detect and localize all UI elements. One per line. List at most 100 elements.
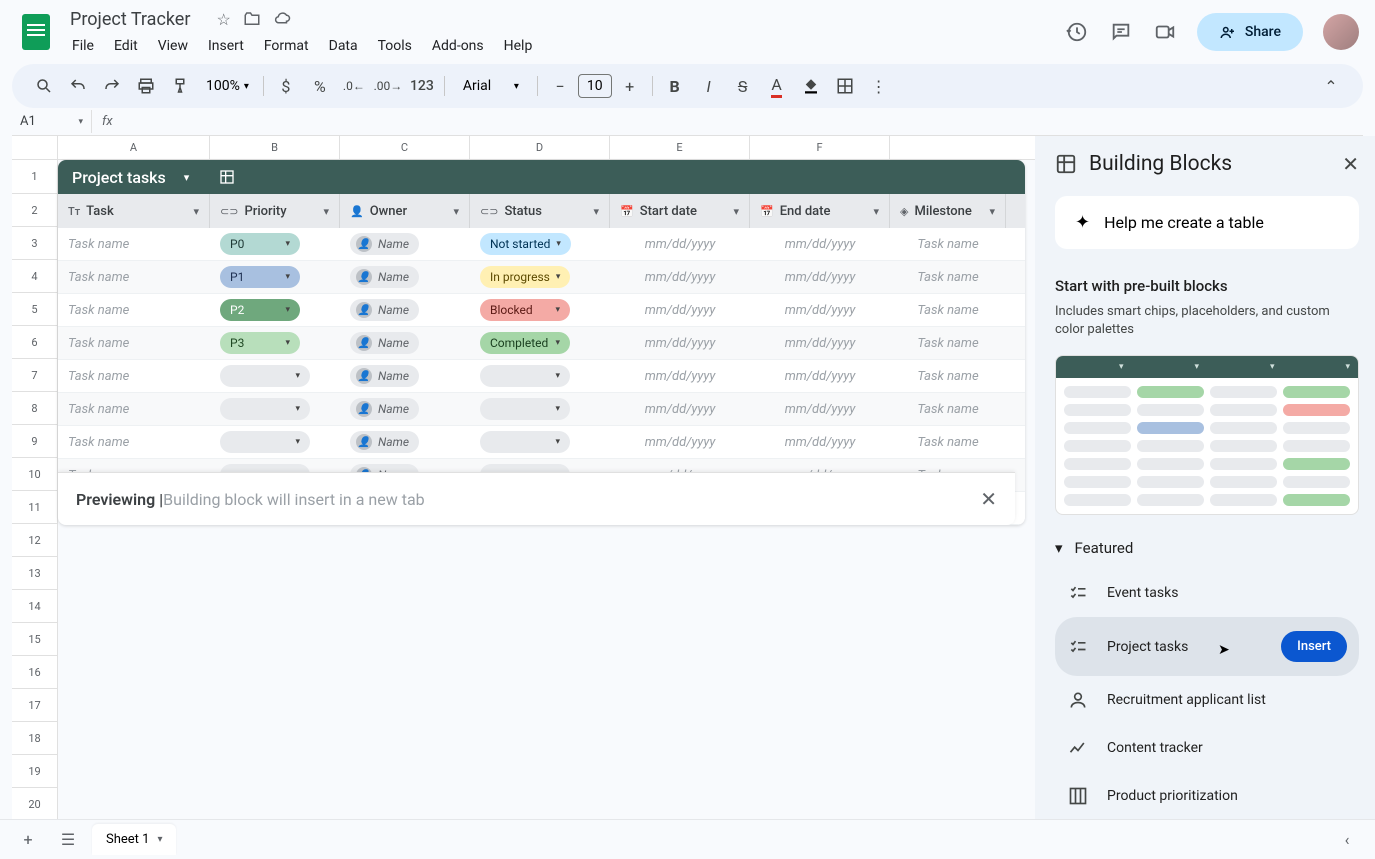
row-header[interactable]: 20 — [12, 788, 58, 819]
menu-format[interactable]: Format — [256, 34, 317, 58]
task-cell[interactable]: Task name — [58, 303, 210, 318]
meet-icon[interactable] — [1153, 20, 1177, 44]
priority-cell[interactable]: ▾ — [210, 398, 340, 420]
end-date-cell[interactable]: mm/dd/yyyy — [750, 336, 890, 351]
font-size-input[interactable]: 10 — [578, 74, 612, 98]
bold-icon[interactable]: B — [659, 70, 691, 102]
start-date-cell[interactable]: mm/dd/yyyy — [610, 435, 750, 450]
document-title[interactable]: Project Tracker — [64, 7, 196, 32]
owner-cell[interactable]: 👤Name — [340, 233, 470, 255]
block-header-priority[interactable]: ⊂⊃Priority▾ — [210, 194, 340, 228]
search-icon[interactable] — [28, 70, 60, 102]
font-select[interactable]: Arial ▾ — [451, 74, 531, 98]
milestone-cell[interactable]: Task name — [890, 402, 1006, 417]
status-cell[interactable]: Completed▾ — [470, 332, 610, 354]
block-title-chevron-icon[interactable]: ▾ — [184, 171, 190, 184]
currency-icon[interactable]: $ — [270, 70, 302, 102]
task-cell[interactable]: Task name — [58, 402, 210, 417]
column-header[interactable]: D — [470, 136, 610, 159]
milestone-cell[interactable]: Task name — [890, 303, 1006, 318]
history-icon[interactable] — [1065, 20, 1089, 44]
text-color-icon[interactable]: A — [761, 70, 793, 102]
block-header-end-date[interactable]: 📅End date▾ — [750, 194, 890, 228]
add-sheet-icon[interactable]: + — [12, 824, 44, 856]
insert-button[interactable]: Insert — [1281, 631, 1347, 662]
menu-edit[interactable]: Edit — [106, 34, 146, 58]
status-cell[interactable]: In progress▾ — [470, 266, 610, 288]
start-date-cell[interactable]: mm/dd/yyyy — [610, 402, 750, 417]
end-date-cell[interactable]: mm/dd/yyyy — [750, 237, 890, 252]
row-header[interactable]: 14 — [12, 590, 58, 623]
milestone-cell[interactable]: Task name — [890, 270, 1006, 285]
table-options-icon[interactable] — [219, 169, 235, 185]
task-cell[interactable]: Task name — [58, 336, 210, 351]
select-all-corner[interactable] — [12, 136, 58, 159]
font-size-increase[interactable]: + — [614, 70, 646, 102]
status-cell[interactable]: ▾ — [470, 398, 610, 420]
undo-icon[interactable] — [62, 70, 94, 102]
column-header[interactable]: C — [340, 136, 470, 159]
end-date-cell[interactable]: mm/dd/yyyy — [750, 369, 890, 384]
borders-icon[interactable] — [829, 70, 861, 102]
status-cell[interactable]: Blocked▾ — [470, 299, 610, 321]
start-date-cell[interactable]: mm/dd/yyyy — [610, 303, 750, 318]
menu-insert[interactable]: Insert — [200, 34, 252, 58]
row-header[interactable]: 5 — [12, 293, 58, 326]
italic-icon[interactable]: I — [693, 70, 725, 102]
collapse-toolbar-icon[interactable]: ⌃ — [1315, 70, 1347, 102]
block-header-start-date[interactable]: 📅Start date▾ — [610, 194, 750, 228]
print-icon[interactable] — [130, 70, 162, 102]
redo-icon[interactable] — [96, 70, 128, 102]
milestone-cell[interactable]: Task name — [890, 336, 1006, 351]
start-date-cell[interactable]: mm/dd/yyyy — [610, 237, 750, 252]
menu-data[interactable]: Data — [321, 34, 366, 58]
decimal-increase-icon[interactable]: .00→ — [372, 70, 404, 102]
task-cell[interactable]: Task name — [58, 369, 210, 384]
block-header-task[interactable]: TтTask▾ — [58, 194, 210, 228]
all-sheets-icon[interactable]: ☰ — [52, 824, 84, 856]
account-avatar[interactable] — [1323, 14, 1359, 50]
row-header[interactable]: 11 — [12, 491, 58, 524]
milestone-cell[interactable]: Task name — [890, 237, 1006, 252]
feature-content-tracker[interactable]: Content tracker — [1055, 724, 1359, 772]
font-size-decrease[interactable]: − — [544, 70, 576, 102]
feature-product-prioritization[interactable]: Product prioritization — [1055, 772, 1359, 819]
share-button[interactable]: Share — [1197, 13, 1303, 51]
row-header[interactable]: 12 — [12, 524, 58, 557]
priority-cell[interactable]: P0▾ — [210, 233, 340, 255]
row-header[interactable]: 10 — [12, 458, 58, 491]
column-header[interactable]: A — [58, 136, 210, 159]
owner-cell[interactable]: 👤Name — [340, 431, 470, 453]
priority-cell[interactable]: ▾ — [210, 431, 340, 453]
move-icon[interactable] — [243, 10, 261, 29]
status-cell[interactable]: ▾ — [470, 431, 610, 453]
sheets-logo[interactable] — [16, 12, 56, 52]
column-header[interactable]: F — [750, 136, 890, 159]
row-header[interactable]: 15 — [12, 623, 58, 656]
menu-view[interactable]: View — [150, 34, 196, 58]
task-cell[interactable]: Task name — [58, 270, 210, 285]
block-header-milestone[interactable]: ◈Milestone▾ — [890, 194, 1006, 228]
strikethrough-icon[interactable]: S — [727, 70, 759, 102]
percent-icon[interactable]: % — [304, 70, 336, 102]
menu-add-ons[interactable]: Add-ons — [424, 34, 492, 58]
row-header[interactable]: 16 — [12, 656, 58, 689]
comments-icon[interactable] — [1109, 20, 1133, 44]
row-header[interactable]: 4 — [12, 260, 58, 293]
end-date-cell[interactable]: mm/dd/yyyy — [750, 435, 890, 450]
row-header[interactable]: 17 — [12, 689, 58, 722]
help-create-table-button[interactable]: ✦ Help me create a table — [1055, 196, 1359, 249]
priority-cell[interactable]: ▾ — [210, 365, 340, 387]
menu-tools[interactable]: Tools — [370, 34, 420, 58]
end-date-cell[interactable]: mm/dd/yyyy — [750, 303, 890, 318]
task-cell[interactable]: Task name — [58, 435, 210, 450]
start-date-cell[interactable]: mm/dd/yyyy — [610, 369, 750, 384]
row-header[interactable]: 8 — [12, 392, 58, 425]
number-format-icon[interactable]: 123 — [406, 70, 438, 102]
end-date-cell[interactable]: mm/dd/yyyy — [750, 402, 890, 417]
decimal-decrease-icon[interactable]: .0← — [338, 70, 370, 102]
menu-file[interactable]: File — [64, 34, 102, 58]
row-header[interactable]: 6 — [12, 326, 58, 359]
sheet-tab[interactable]: Sheet 1▾ — [92, 824, 176, 855]
owner-cell[interactable]: 👤Name — [340, 332, 470, 354]
